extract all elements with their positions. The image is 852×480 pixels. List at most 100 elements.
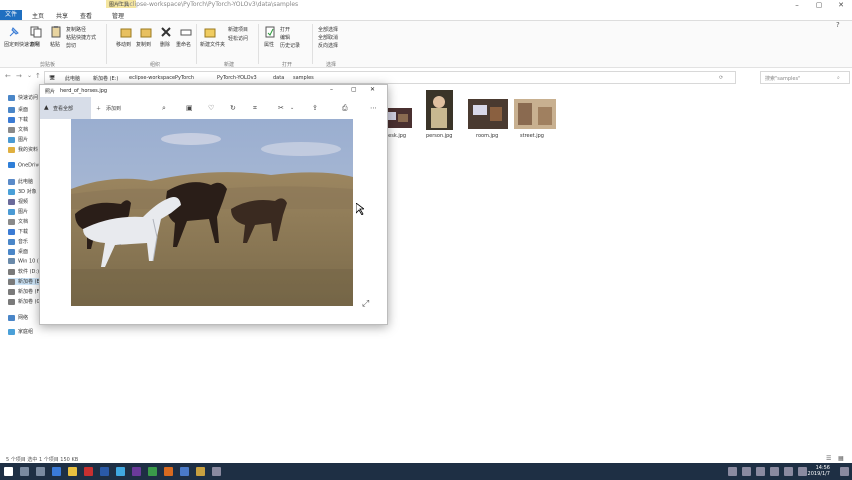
thumbnail-street[interactable]: [514, 99, 556, 129]
add-to-button[interactable]: 添加到: [106, 105, 121, 112]
crumb-this-pc[interactable]: 此电脑: [65, 75, 80, 82]
nav-item[interactable]: 此电脑: [8, 178, 33, 185]
thumbnail-room[interactable]: [468, 99, 508, 129]
up-icon[interactable]: ↑: [35, 72, 41, 80]
zoom-icon[interactable]: ⌕: [162, 104, 166, 113]
file-label[interactable]: street.jpg: [520, 133, 544, 139]
photos-minimize-button[interactable]: –: [330, 86, 333, 93]
tab-home[interactable]: 主页: [32, 11, 44, 20]
ribbon-move-to[interactable]: 移动到: [116, 41, 131, 48]
fullscreen-icon[interactable]: ⤢: [362, 299, 369, 309]
crop-icon[interactable]: ⌗: [253, 104, 257, 113]
clock[interactable]: 14:56 2019/1/7: [808, 465, 830, 477]
photos-close-button[interactable]: ✕: [370, 86, 375, 93]
app-icon[interactable]: [196, 467, 205, 476]
tab-file[interactable]: 文件: [0, 10, 22, 20]
file-label[interactable]: room.jpg: [476, 133, 498, 139]
minimize-button[interactable]: –: [786, 0, 808, 10]
close-button[interactable]: ✕: [830, 0, 852, 10]
ribbon-edit[interactable]: 编辑: [280, 34, 290, 41]
print-icon[interactable]: ⎙: [342, 104, 348, 113]
ribbon-properties[interactable]: 属性: [264, 41, 274, 48]
ribbon-open[interactable]: 打开: [280, 26, 290, 33]
tab-manage[interactable]: 管理: [112, 11, 124, 20]
nav-item[interactable]: 网络: [8, 314, 28, 321]
photos-maximize-button[interactable]: ▢: [351, 86, 357, 93]
ribbon-paste[interactable]: 粘贴: [50, 41, 60, 48]
ribbon-select-none[interactable]: 全部取消: [318, 34, 338, 41]
large-icons-view-icon[interactable]: ▦: [838, 455, 844, 462]
ime-icon[interactable]: [798, 467, 807, 476]
address-bar[interactable]: 🖥 此电脑 新加卷 (E:) eclipse-workspace PyTorch…: [44, 71, 736, 84]
ribbon-history[interactable]: 历史记录: [280, 42, 300, 49]
nav-item[interactable]: 桌面: [8, 248, 28, 255]
nav-item[interactable]: 我的资料: [8, 146, 38, 153]
tab-view[interactable]: 查看: [80, 11, 92, 20]
rotate-icon[interactable]: ↻: [230, 104, 236, 112]
view-all-button[interactable]: ▲ 查看全部: [40, 97, 91, 119]
search-icon[interactable]: [20, 467, 29, 476]
nav-item[interactable]: 图片: [8, 136, 28, 143]
help-icon[interactable]: ?: [836, 21, 840, 29]
ribbon-new-item[interactable]: 新建项目: [228, 26, 248, 33]
app-icon[interactable]: [100, 467, 109, 476]
nav-item[interactable]: 视频: [8, 198, 28, 205]
new-folder-icon[interactable]: [204, 26, 216, 38]
crumb-drive[interactable]: 新加卷 (E:): [93, 75, 118, 82]
back-icon[interactable]: ←: [5, 72, 11, 80]
ribbon-rename[interactable]: 重命名: [176, 41, 191, 48]
nav-item[interactable]: 家庭组: [8, 328, 33, 335]
ribbon-copy[interactable]: 复制: [30, 41, 40, 48]
edge-icon[interactable]: [52, 467, 61, 476]
volume-icon[interactable]: [784, 467, 793, 476]
task-view-icon[interactable]: [36, 467, 45, 476]
more-icon[interactable]: ⋯: [370, 104, 377, 112]
app-icon[interactable]: [148, 467, 157, 476]
file-explorer-icon[interactable]: [68, 467, 77, 476]
ribbon-invert-selection[interactable]: 反向选择: [318, 42, 338, 49]
ribbon-cut[interactable]: 剪切: [66, 42, 76, 49]
nav-item[interactable]: 快速访问: [8, 94, 38, 101]
nav-item[interactable]: 文档: [8, 126, 28, 133]
rename-icon[interactable]: [180, 26, 192, 38]
app-icon[interactable]: [180, 467, 189, 476]
delete-icon[interactable]: [160, 26, 172, 38]
copy-to-icon[interactable]: [140, 26, 152, 38]
nav-item[interactable]: 图片: [8, 208, 28, 215]
forward-icon[interactable]: →: [16, 72, 22, 80]
heart-icon[interactable]: ♡: [208, 104, 214, 112]
ribbon-delete[interactable]: 删除: [160, 41, 170, 48]
app-icon[interactable]: [84, 467, 93, 476]
copy-icon[interactable]: [30, 26, 42, 38]
nav-item[interactable]: 文档: [8, 218, 28, 225]
thumbnail-person[interactable]: [426, 90, 453, 130]
chevron-down-icon[interactable]: ⌄: [27, 72, 32, 79]
ribbon-copy-path[interactable]: 复制路径: [66, 26, 86, 33]
nav-item[interactable]: 软件 (D:): [8, 268, 39, 275]
tray-icon[interactable]: [742, 467, 751, 476]
search-input[interactable]: 搜索"samples" ⌕: [760, 71, 850, 84]
add-icon[interactable]: ＋: [96, 105, 101, 112]
ribbon-easy-access[interactable]: 轻松访问: [228, 35, 248, 42]
ribbon-new-folder[interactable]: 新建文件夹: [200, 41, 225, 48]
ribbon-copy-to[interactable]: 复制到: [136, 41, 151, 48]
network-icon[interactable]: [770, 467, 779, 476]
details-view-icon[interactable]: ☰: [826, 455, 831, 462]
nav-item[interactable]: OneDrive: [8, 162, 42, 169]
crumb-samples[interactable]: samples: [293, 75, 314, 81]
ribbon-paste-shortcut[interactable]: 粘贴快捷方式: [66, 34, 96, 41]
start-icon[interactable]: [4, 467, 13, 476]
nav-item[interactable]: 新加卷 (F:): [8, 288, 43, 295]
nav-item[interactable]: 桌面: [8, 106, 28, 113]
file-label[interactable]: person.jpg: [426, 133, 452, 139]
tab-share[interactable]: 共享: [56, 11, 68, 20]
app-icon[interactable]: [164, 467, 173, 476]
notifications-icon[interactable]: [840, 467, 849, 476]
pin-icon[interactable]: [8, 26, 20, 38]
slideshow-icon[interactable]: ▣: [186, 104, 193, 112]
edit-icon[interactable]: ✂: [278, 104, 284, 112]
app-icon[interactable]: [212, 467, 221, 476]
nav-item[interactable]: 下载: [8, 116, 28, 123]
file-label[interactable]: desk.jpg: [385, 133, 406, 139]
properties-icon[interactable]: [264, 26, 276, 38]
